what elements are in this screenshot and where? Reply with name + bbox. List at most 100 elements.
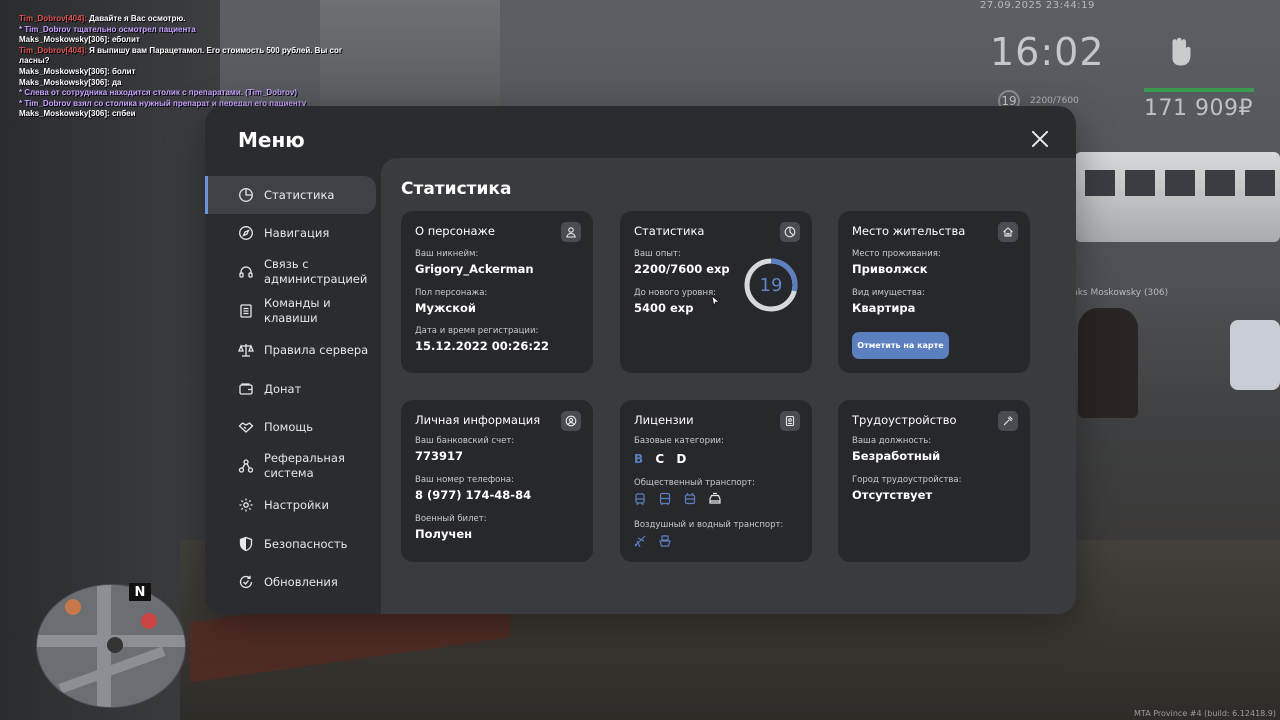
military-value: Получен: [415, 527, 473, 541]
taxi-icon: [707, 491, 723, 507]
chat-line: Tim_Dobrov[404]: Я выпишу вам Парацетамо…: [19, 45, 343, 55]
game-building: [320, 0, 500, 110]
minimap: [36, 584, 186, 708]
sidebar-item-help[interactable]: Помощь: [205, 408, 376, 446]
license-category: C: [655, 452, 665, 466]
scales-icon: [237, 341, 255, 359]
property-value: Квартира: [852, 301, 916, 315]
license-categories: B C D: [634, 452, 694, 466]
map-pin-icon: [65, 599, 81, 615]
hud-money: 171 909₽: [1144, 96, 1253, 121]
sidebar-item-donate[interactable]: Донат: [205, 370, 376, 408]
position-label: Ваша должность:: [852, 436, 932, 446]
sidebar-item-contact-admin[interactable]: Связь с администрацией: [205, 253, 376, 291]
air-water-transport-label: Воздушный и водный транспорт:: [634, 520, 784, 530]
sidebar-item-label: Статистика: [264, 187, 335, 202]
public-transport-label: Общественный транспорт:: [634, 478, 755, 488]
sidebar-item-statistics[interactable]: Статистика: [205, 176, 376, 214]
shield-icon: [237, 535, 255, 553]
hammer-icon: [998, 411, 1018, 431]
registration-value: 15.12.2022 00:26:22: [415, 339, 549, 353]
job-city-label: Город трудоустройства:: [852, 475, 962, 485]
mark-on-map-button[interactable]: Отметить на карте: [852, 332, 949, 359]
compass-icon: [237, 224, 255, 242]
boat-icon: [657, 533, 673, 549]
next-level-label: До нового уровня:: [634, 288, 717, 298]
sidebar-item-label: Помощь: [264, 419, 314, 434]
sidebar-item-label: Донат: [264, 381, 302, 396]
sidebar-item-commands[interactable]: Команды и клавиши: [205, 292, 376, 330]
game-ambulance: [1075, 152, 1280, 242]
card-licenses: Лицензии Базовые категории: B C D Общест…: [620, 400, 812, 562]
airplane-icon: [632, 533, 648, 549]
hud-health-bar: [1144, 88, 1254, 92]
bank-value: 773917: [415, 449, 464, 463]
residence-value: Приволжск: [852, 262, 928, 276]
sidebar-item-rules[interactable]: Правила сервера: [205, 331, 376, 369]
menu-window: Меню Статистика Навигация Связь с админи…: [205, 106, 1076, 614]
exp-label: Ваш опыт:: [634, 249, 681, 259]
phone-label: Ваш номер телефона:: [415, 475, 514, 485]
chat-line: ласны?: [19, 56, 50, 66]
card-employment: Трудоустройство Ваша должность: Безработ…: [838, 400, 1030, 562]
hud-clock: 16:02: [990, 30, 1105, 74]
license-category: D: [676, 452, 687, 466]
base-categories-label: Базовые категории:: [634, 436, 724, 446]
clock-pie-icon: [780, 222, 800, 242]
residence-label: Место проживания:: [852, 249, 941, 259]
sidebar-item-label: Правила сервера: [264, 342, 369, 357]
next-level-value: 5400 exp: [634, 301, 694, 315]
map-pin-icon: [141, 613, 157, 629]
menu-title: Меню: [238, 128, 305, 152]
nickname-value: Grigory_Ackerman: [415, 262, 534, 276]
card-title: Лицензии: [634, 413, 694, 427]
close-icon[interactable]: [1031, 130, 1049, 148]
network-icon: [237, 457, 255, 475]
job-city-value: Отсутствует: [852, 488, 933, 502]
wallet-icon: [237, 380, 255, 398]
user-circle-icon: [561, 411, 581, 431]
chat-line: Tim_Dobrov[404]: Давайте я Вас осмотрю.: [19, 14, 186, 23]
bank-label: Ваш банковский счет:: [415, 436, 515, 446]
hud-datetime: 27.09.2025 23:44:19: [980, 0, 1095, 11]
chat-line: * Слева от сотрудника находится столик с…: [19, 88, 298, 98]
card-title: Место жительства: [852, 224, 966, 238]
card-title: Статистика: [634, 224, 705, 238]
build-info: MTA Province #4 (build: 6.12418.9): [1134, 709, 1276, 718]
user-icon: [561, 222, 581, 242]
air-water-transport-icons: [632, 533, 673, 549]
game-character: [1230, 320, 1280, 390]
card-title: Трудоустройство: [852, 413, 957, 427]
sidebar-item-label: Навигация: [264, 225, 330, 240]
position-value: Безработный: [852, 449, 941, 463]
sidebar-item-updates[interactable]: Обновления: [205, 563, 376, 601]
license-category: B: [634, 452, 644, 466]
sidebar-item-referral[interactable]: Реферальная система: [205, 447, 376, 485]
property-label: Вид имущества:: [852, 288, 925, 298]
sidebar-item-navigation[interactable]: Навигация: [205, 214, 376, 252]
registration-label: Дата и время регистрации:: [415, 326, 539, 336]
nickname-label: Ваш никнейм:: [415, 249, 479, 259]
sidebar-item-settings[interactable]: Настройки: [205, 486, 376, 524]
gender-label: Пол персонажа:: [415, 288, 488, 298]
card-residence: Место жительства Место проживания: Приво…: [838, 211, 1030, 373]
sidebar-item-security[interactable]: Безопасность: [205, 525, 376, 563]
content-panel: Статистика О персонаже Ваш никнейм: Grig…: [381, 158, 1076, 614]
public-transport-icons: [632, 491, 723, 507]
phone-value: 8 (977) 174-48-84: [415, 488, 532, 502]
chat-line: Maks_Moskowsky[306]: еболит: [19, 35, 140, 45]
card-title: Личная информация: [415, 413, 541, 427]
sidebar-item-label: Настройки: [264, 497, 329, 512]
sidebar-item-label: Команды и клавиши: [264, 296, 331, 325]
chat-log: Tim_Dobrov[404]: Давайте я Вас осмотрю. …: [19, 14, 342, 120]
card-title: О персонаже: [415, 224, 495, 238]
pie-chart-icon: [237, 186, 255, 204]
handshake-icon: [237, 418, 255, 436]
exp-value: 2200/7600 exp: [634, 262, 730, 276]
bus-icon: [657, 491, 673, 507]
sidebar-item-label: Связь с администрацией: [264, 257, 368, 286]
gear-icon: [237, 496, 255, 514]
card-statistics: Статистика Ваш опыт: 2200/7600 exp До но…: [620, 211, 812, 373]
game-character: [1078, 308, 1138, 418]
military-label: Военный билет:: [415, 514, 487, 524]
